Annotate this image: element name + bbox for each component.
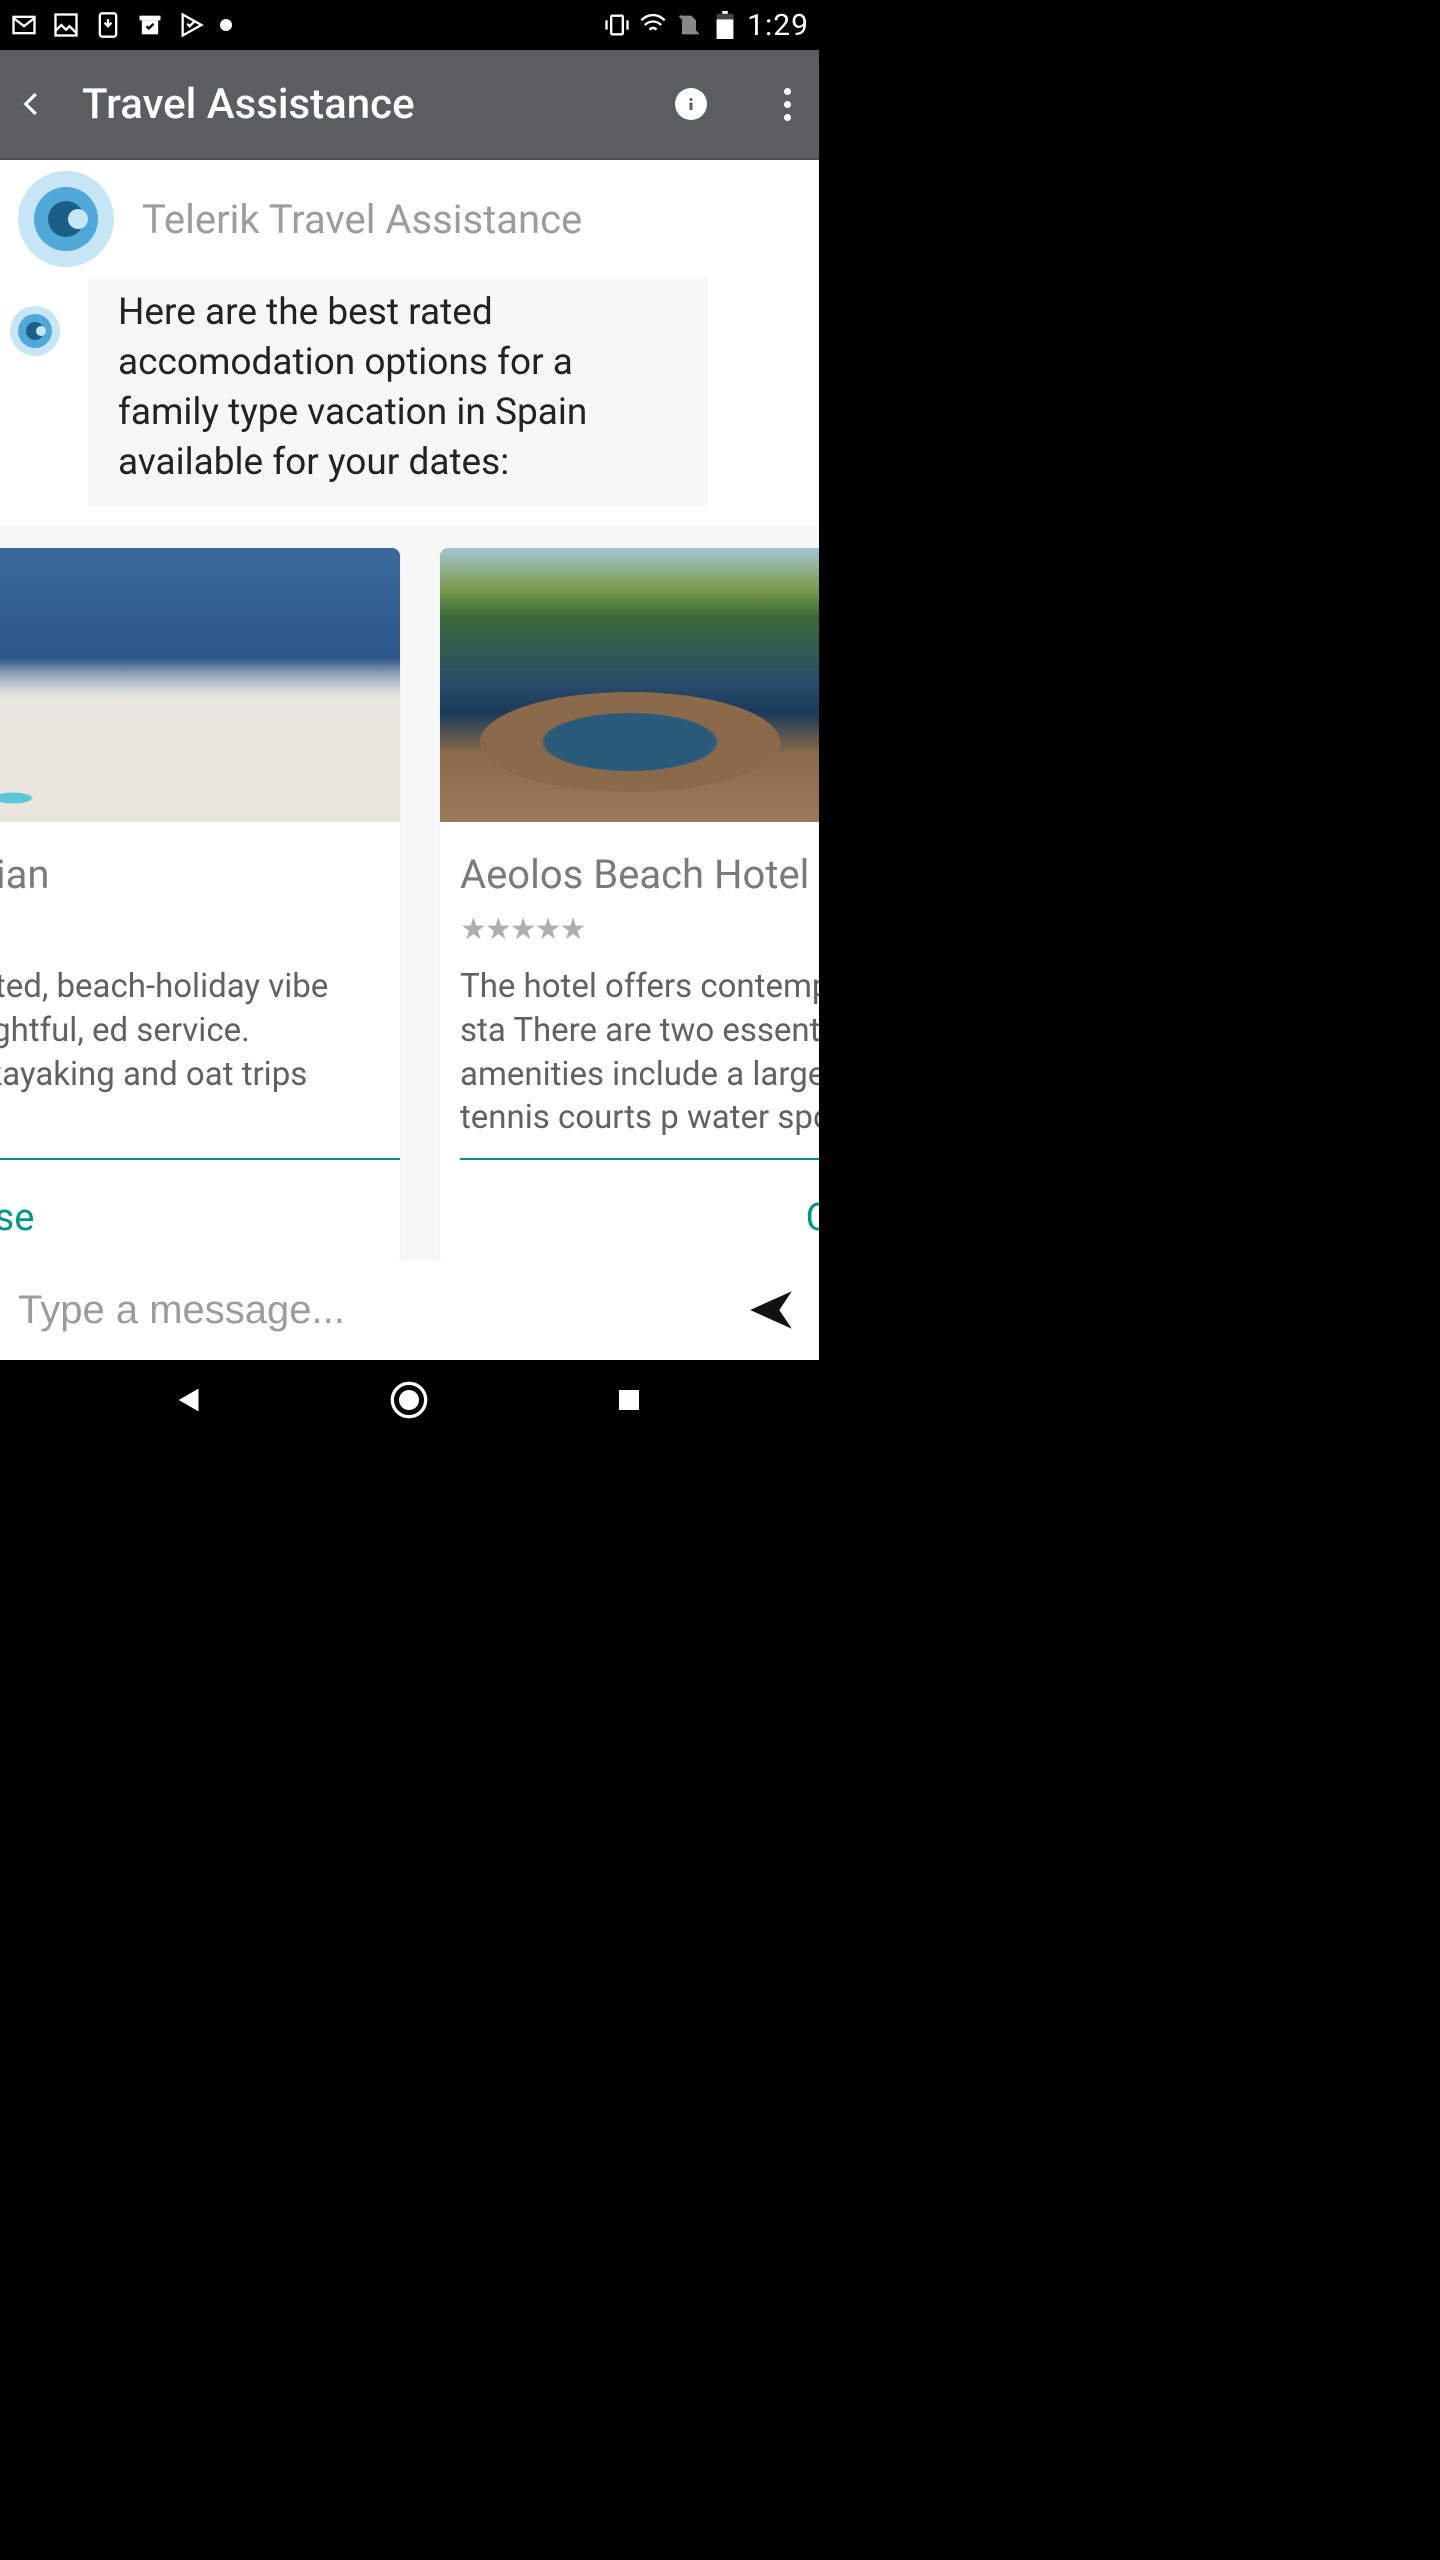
image-icon	[52, 11, 80, 39]
battery-icon	[711, 11, 739, 39]
status-bar: 1:29	[0, 0, 819, 50]
choose-button[interactable]: Choose	[440, 1170, 819, 1264]
nav-back-button[interactable]	[166, 1376, 214, 1424]
nav-recent-button[interactable]	[605, 1376, 653, 1424]
message-input-bar	[0, 1260, 819, 1360]
play-check-icon	[178, 11, 206, 39]
info-button[interactable]	[675, 88, 707, 120]
rating-stars: ★★★★★	[460, 912, 819, 947]
archive-icon	[136, 11, 164, 39]
accommodation-card[interactable]: ew Appartments - San stian ★★ hild-frien…	[0, 548, 400, 1265]
message-bubble: Here are the best rated accomodation opt…	[88, 278, 708, 506]
status-time: 1:29	[747, 8, 809, 43]
star-icon: ★★★★★	[460, 912, 584, 947]
android-nav-bar	[0, 1360, 819, 1440]
status-right: 1:29	[603, 8, 809, 43]
message-input[interactable]	[18, 1288, 721, 1333]
vibrate-icon	[603, 11, 631, 39]
send-button[interactable]	[741, 1280, 801, 1340]
card-title: Aeolos Beach Hotel - San Sebastian	[460, 850, 819, 900]
card-image	[440, 548, 819, 822]
card-description: hild-friendly apartments offer ted, beac…	[0, 965, 380, 1141]
accommodation-card[interactable]: Aeolos Beach Hotel - San Sebastian ★★★★★…	[440, 548, 819, 1265]
app-bar: Travel Assistance	[0, 50, 819, 160]
rating-stars: ★★	[0, 912, 380, 947]
app-title: Travel Assistance	[82, 80, 495, 129]
assistant-avatar-icon	[10, 306, 60, 356]
nav-home-button[interactable]	[385, 1376, 433, 1424]
back-button[interactable]	[12, 84, 52, 124]
notification-dot-icon	[220, 19, 232, 31]
card-title: ew Appartments - San stian	[0, 850, 380, 900]
menu-button[interactable]	[767, 84, 807, 124]
assistant-name: Telerik Travel Assistance	[142, 196, 582, 243]
message-row: Here are the best rated accomodation opt…	[0, 278, 819, 526]
status-left	[10, 11, 232, 39]
choose-button[interactable]: Choose	[0, 1170, 400, 1264]
card-image	[0, 548, 400, 822]
wifi-icon	[639, 11, 667, 39]
gmail-icon	[10, 11, 38, 39]
chat-content: Telerik Travel Assistance Here are the b…	[0, 160, 819, 1360]
cards-carousel[interactable]: ew Appartments - San stian ★★ hild-frien…	[0, 526, 819, 1350]
assistant-header: Telerik Travel Assistance	[0, 160, 819, 278]
no-sim-icon	[675, 11, 703, 39]
card-description: The hotel offers contemporar and friendl…	[460, 965, 819, 1141]
assistant-logo-icon	[18, 171, 114, 267]
download-icon	[94, 11, 122, 39]
card-divider	[460, 1158, 819, 1160]
card-divider	[0, 1158, 400, 1160]
